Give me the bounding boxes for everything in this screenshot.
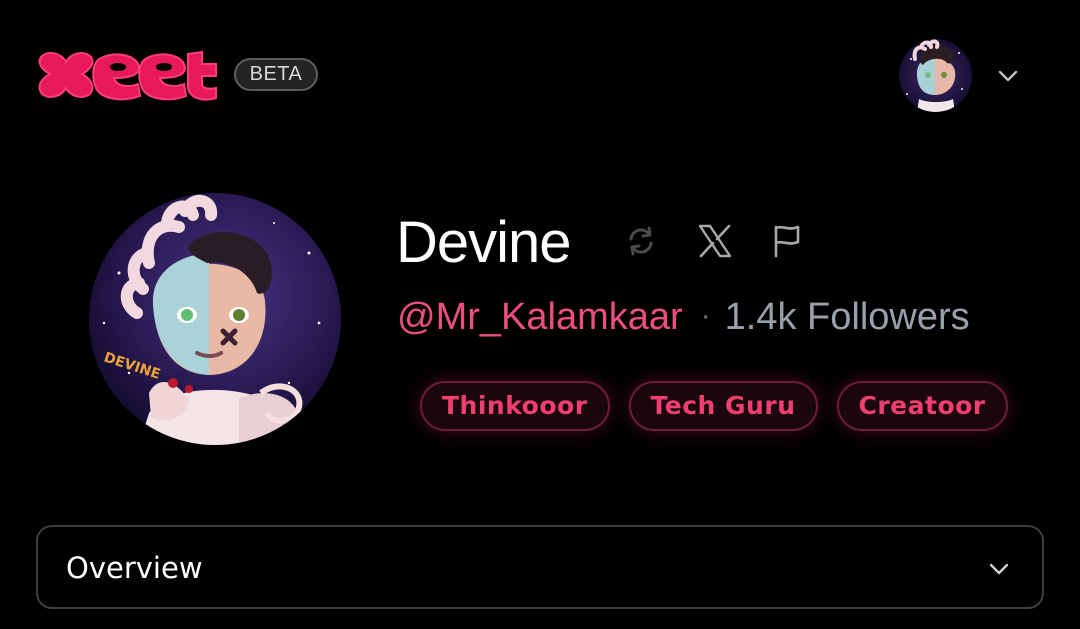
tag-creatoor[interactable]: Creatoor [836,381,1008,431]
x-logo-icon[interactable] [696,222,734,260]
separator-dot: · [700,299,711,332]
beta-badge: BETA [234,58,318,91]
user-handle[interactable]: @Mr_Kalamkaar [397,296,683,338]
overview-dropdown[interactable]: Overview [36,525,1044,609]
account-avatar[interactable] [899,39,972,112]
handle-row: @Mr_Kalamkaar · 1.4k Followers [397,294,970,343]
xeet-logo[interactable] [36,46,218,104]
profile-avatar: DEVINE [89,193,341,445]
tag-tech-guru[interactable]: Tech Guru [628,381,818,431]
profile-page: BETA DEVINE Devine @Mr_Kalamkaar · 1.4k … [0,0,1080,629]
flag-icon[interactable] [768,222,806,260]
display-name: Devine [396,210,572,275]
refresh-icon[interactable] [622,222,660,260]
account-menu-chevron-down-icon[interactable] [995,63,1021,89]
tag-thinkooor[interactable]: Thinkooor [420,381,610,431]
overview-label: Overview [66,551,203,585]
overview-chevron-down-icon [989,563,1009,575]
avatar-image [899,39,972,112]
profile-avatar-image: DEVINE [89,193,341,445]
logo-mark [38,50,217,101]
followers-count[interactable]: 1.4k Followers [725,296,970,338]
profile-tags: Thinkooor Tech Guru Creatoor [420,381,1008,431]
